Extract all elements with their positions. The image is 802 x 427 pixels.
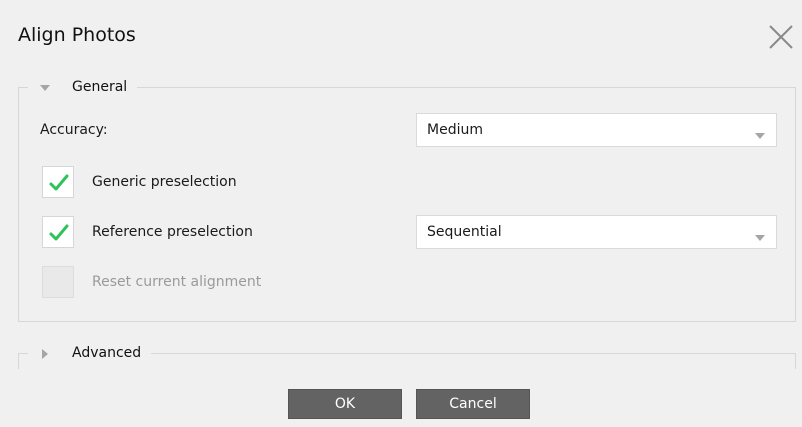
reference-preselection-select-value: Sequential — [427, 224, 502, 240]
accuracy-select[interactable]: Medium — [416, 113, 777, 147]
ok-button[interactable]: OK — [288, 389, 402, 419]
reset-alignment-checkbox[interactable] — [42, 266, 74, 298]
reference-preselection-checkbox[interactable] — [42, 216, 74, 248]
general-section-label: General — [72, 79, 128, 95]
reset-alignment-label: Reset current alignment — [92, 274, 262, 290]
close-icon[interactable] — [768, 24, 794, 50]
generic-preselection-checkbox[interactable] — [42, 166, 74, 198]
advanced-section-header[interactable]: Advanced — [28, 342, 152, 364]
chevron-down-icon — [38, 80, 52, 94]
reference-preselection-select[interactable]: Sequential — [416, 215, 777, 249]
align-photos-dialog: Align Photos General Accuracy: Medium Ge… — [0, 0, 802, 427]
chevron-down-icon — [754, 126, 766, 145]
accuracy-label: Accuracy: — [40, 122, 108, 138]
generic-preselection-label: Generic preselection — [92, 174, 237, 190]
checkmark-icon — [49, 224, 69, 241]
advanced-section-label: Advanced — [72, 345, 142, 361]
general-section-header[interactable]: General — [28, 76, 138, 98]
checkmark-icon — [49, 174, 69, 191]
cancel-button[interactable]: Cancel — [416, 389, 530, 419]
reference-preselection-label: Reference preselection — [92, 224, 253, 240]
dialog-title: Align Photos — [18, 24, 136, 46]
chevron-down-icon — [754, 228, 766, 247]
chevron-right-icon — [38, 346, 52, 360]
accuracy-select-value: Medium — [427, 122, 483, 138]
